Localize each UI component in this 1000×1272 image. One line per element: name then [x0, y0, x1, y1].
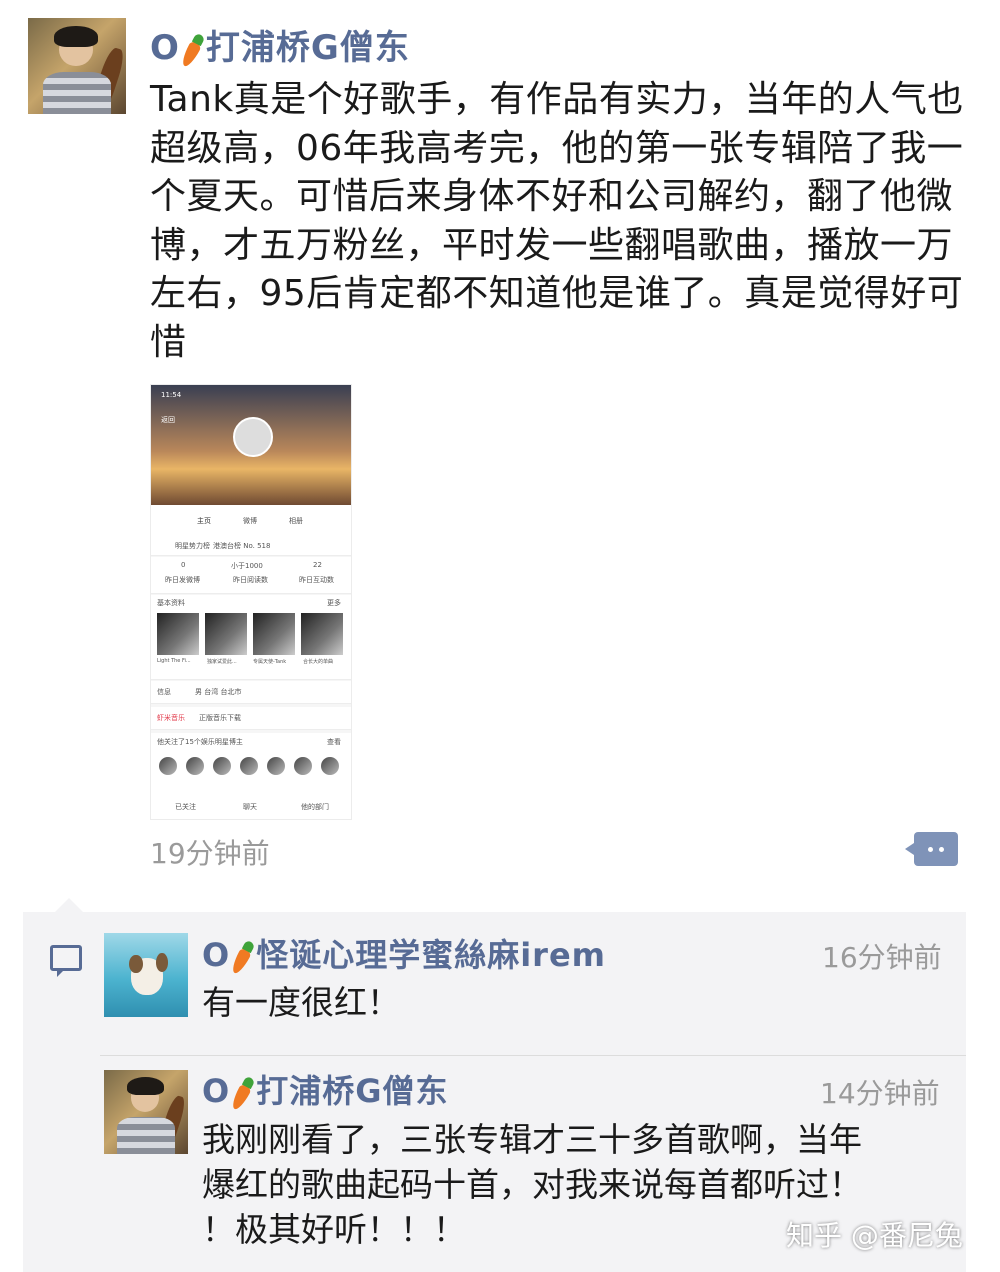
tab-weibo[interactable]: 微博	[243, 516, 257, 526]
stats-row: 0 昨日发微博 小于1000 昨日阅读数 22 昨日互动数	[151, 557, 351, 594]
rank-row[interactable]: 明星势力榜 港澳台榜 No. 518	[151, 535, 351, 556]
followed-button[interactable]: 已关注	[175, 802, 196, 812]
album-thumb[interactable]	[253, 613, 295, 655]
post-author-avatar[interactable]	[28, 18, 126, 114]
post-image-weibo-profile[interactable]: 11:54 返回 主页 微博 相册 明星势力榜 港澳台榜 No. 518 0 昨…	[150, 384, 352, 820]
music-row[interactable]: 虾米音乐 正版音乐下载	[151, 707, 351, 730]
status-time: 11:54	[161, 391, 182, 399]
comment-avatar[interactable]	[104, 1070, 188, 1154]
department-button[interactable]: 他的部门	[301, 802, 329, 812]
comment-time: 14分钟前	[820, 1077, 940, 1110]
follower-avatar[interactable]	[240, 757, 258, 775]
comment-time: 16分钟前	[822, 941, 942, 974]
album-thumb[interactable]	[157, 613, 199, 655]
chat-button[interactable]: 聊天	[243, 802, 257, 812]
comment-author-name[interactable]: O 打浦桥G僧东	[202, 1066, 448, 1112]
album-thumb[interactable]	[301, 613, 343, 655]
follower-avatar[interactable]	[321, 757, 339, 775]
profile-avatar	[233, 417, 273, 457]
back-button[interactable]: 返回	[161, 415, 175, 425]
comment-text-line: 爆红的歌曲起码十首，对我来说每首都听过！	[202, 1165, 862, 1204]
album-thumb[interactable]	[205, 613, 247, 655]
post-time: 19分钟前	[150, 837, 270, 870]
comment-bubble-icon	[50, 945, 82, 977]
comment-text-line: 我刚刚看了，三张专辑才三十多首歌啊，当年	[202, 1120, 862, 1159]
comment-icon[interactable]	[905, 832, 958, 866]
follow-section: 他关注了15个娱乐明星博主 查看	[151, 733, 351, 798]
comment-text: 有一度很红！	[202, 983, 400, 1022]
follower-avatar[interactable]	[186, 757, 204, 775]
follower-avatar[interactable]	[267, 757, 285, 775]
action-bar: 已关注 聊天 他的部门	[151, 797, 351, 819]
tab-album[interactable]: 相册	[289, 516, 303, 526]
info-row: 信息 男 台湾 台北市	[151, 681, 351, 704]
carrot-icon	[177, 30, 209, 68]
comment-text-line: ！极其好听！！！	[202, 1210, 466, 1249]
comment-avatar[interactable]	[104, 933, 188, 1017]
post-text: Tank真是个好歌手，有作品有实力，当年的人气也超级高，06年我高考完，他的第一…	[150, 79, 964, 363]
tab-home[interactable]: 主页	[197, 516, 211, 526]
carrot-icon	[227, 1074, 259, 1112]
follower-avatar[interactable]	[294, 757, 312, 775]
basic-info-section: 基本资料 更多 Light The Fi... 独家试爱此... 专属天使-Ta…	[151, 595, 351, 680]
follower-avatar[interactable]	[213, 757, 231, 775]
post-author-name[interactable]: O 打浦桥G僧东	[150, 20, 410, 69]
watermark: 知乎 @番尼兔	[786, 1219, 963, 1252]
divider	[100, 1055, 966, 1056]
carrot-icon	[227, 938, 259, 976]
follower-avatar[interactable]	[159, 757, 177, 775]
comment-author-name[interactable]: O 怪诞心理学蜜絲麻irem	[202, 930, 606, 976]
